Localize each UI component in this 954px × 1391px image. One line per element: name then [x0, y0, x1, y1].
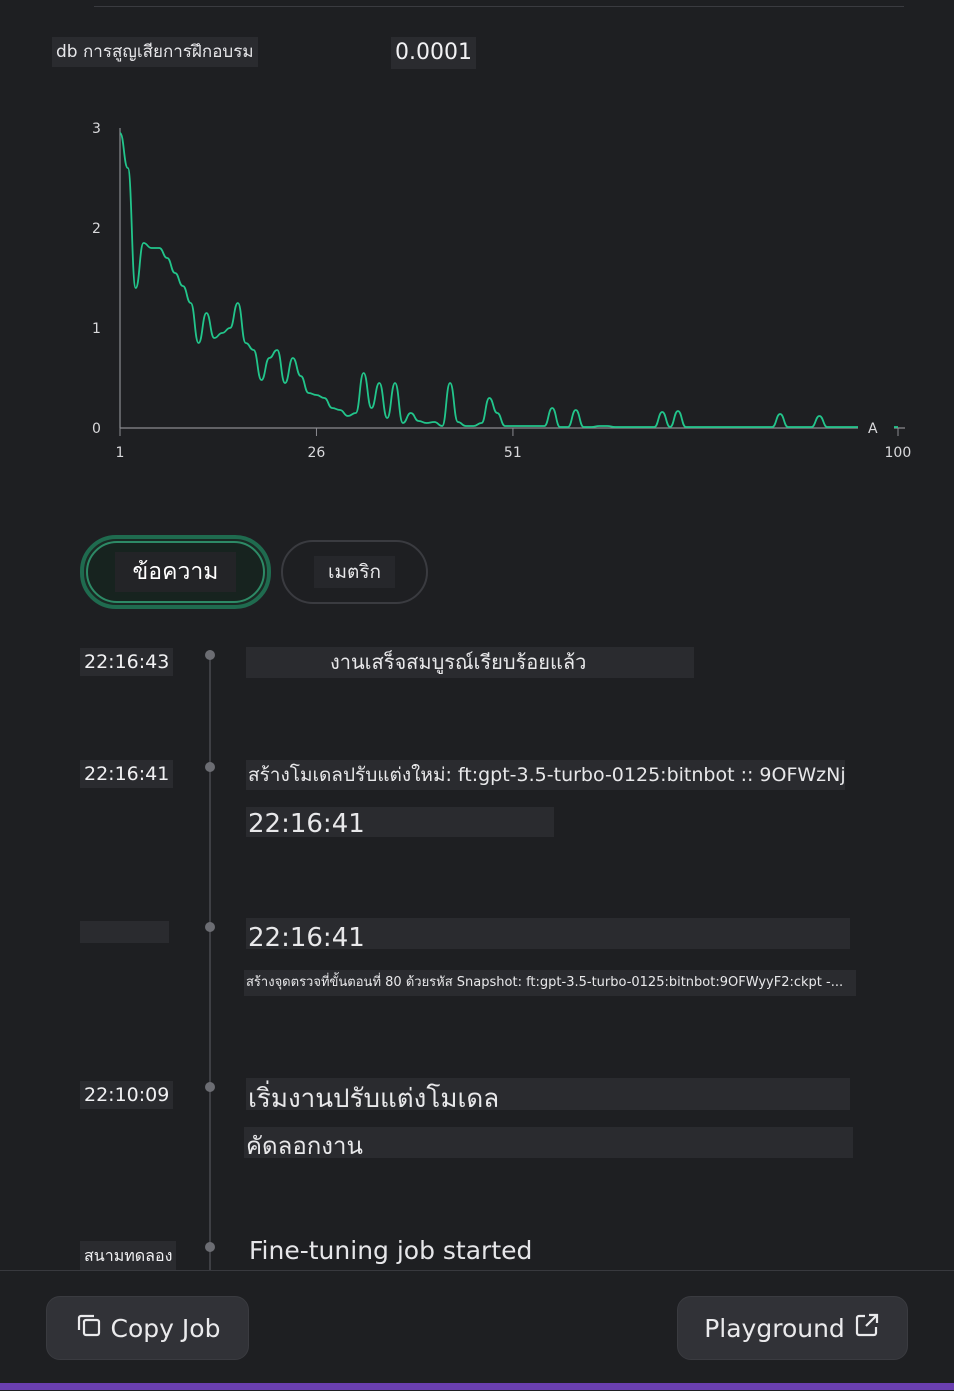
copy-icon [75, 1311, 103, 1345]
loss-series-line [119, 132, 898, 428]
event-detail: สร้างจุดตรวจที่ขั้นตอนที่ 80 ด้วยรหัส Sn… [244, 970, 856, 996]
event-message: 22:16:41 [246, 918, 850, 949]
event-message: สร้างโมเดลปรับแต่งใหม่: ft:gpt-3.5-turbo… [246, 760, 845, 790]
timeline-dot [205, 922, 215, 932]
y-tick-label: 1 [92, 321, 101, 337]
tab-messages-label: ข้อความ [114, 552, 237, 592]
training-loss-chart: 0123 1 26 51 100 A [92, 121, 912, 461]
x-tick-label: 26 [307, 445, 325, 461]
y-tick-label: 3 [92, 121, 101, 137]
x-tick-label: 1 [116, 445, 125, 461]
metric-value: 0.0001 [391, 37, 476, 69]
event-time: 22:16:43 [80, 648, 174, 676]
x-tick-label: 100 [885, 445, 912, 461]
legend-marker: A [868, 421, 878, 437]
playground-label: Playground [704, 1313, 845, 1343]
event-message: เริ่มงานปรับแต่งโมเดล [246, 1078, 850, 1110]
tab-messages-inner: ข้อความ [86, 541, 265, 603]
event-time: 22:10:09 [80, 1081, 174, 1109]
timeline-dot [205, 650, 215, 660]
copy-job-label: Copy Job [110, 1313, 221, 1343]
bottom-accent-bar [0, 1383, 954, 1390]
event-detail: 22:16:41 [246, 807, 554, 837]
event-detail: คัดลอกงาน [244, 1127, 853, 1158]
x-tick-label: 51 [504, 445, 522, 461]
timeline-line [209, 650, 211, 1275]
timeline-dot [205, 762, 215, 772]
tab-metrics-label: เมตริก [313, 556, 396, 588]
event-time: สนามทดลอง [80, 1241, 177, 1272]
event-message: Fine-tuning job started [249, 1236, 533, 1265]
timeline-dot [205, 1082, 215, 1092]
playground-button[interactable]: Playground [677, 1296, 908, 1360]
top-divider [94, 6, 904, 7]
tab-metrics[interactable]: เมตริก [281, 540, 428, 604]
event-message: งานเสร็จสมบูรณ์เรียบร้อยแล้ว [246, 647, 694, 678]
event-time: 22:16:41 [80, 760, 174, 788]
event-time-blank [80, 921, 169, 943]
tab-messages[interactable]: ข้อความ [80, 535, 271, 609]
external-link-icon [853, 1311, 881, 1345]
copy-job-button[interactable]: Copy Job [46, 1296, 249, 1360]
y-tick-label: 2 [92, 221, 101, 237]
metric-label: db การสูญเสียการฝึกอบรม [52, 37, 258, 67]
y-tick-label: 0 [92, 421, 101, 437]
timeline-dot [205, 1242, 215, 1252]
